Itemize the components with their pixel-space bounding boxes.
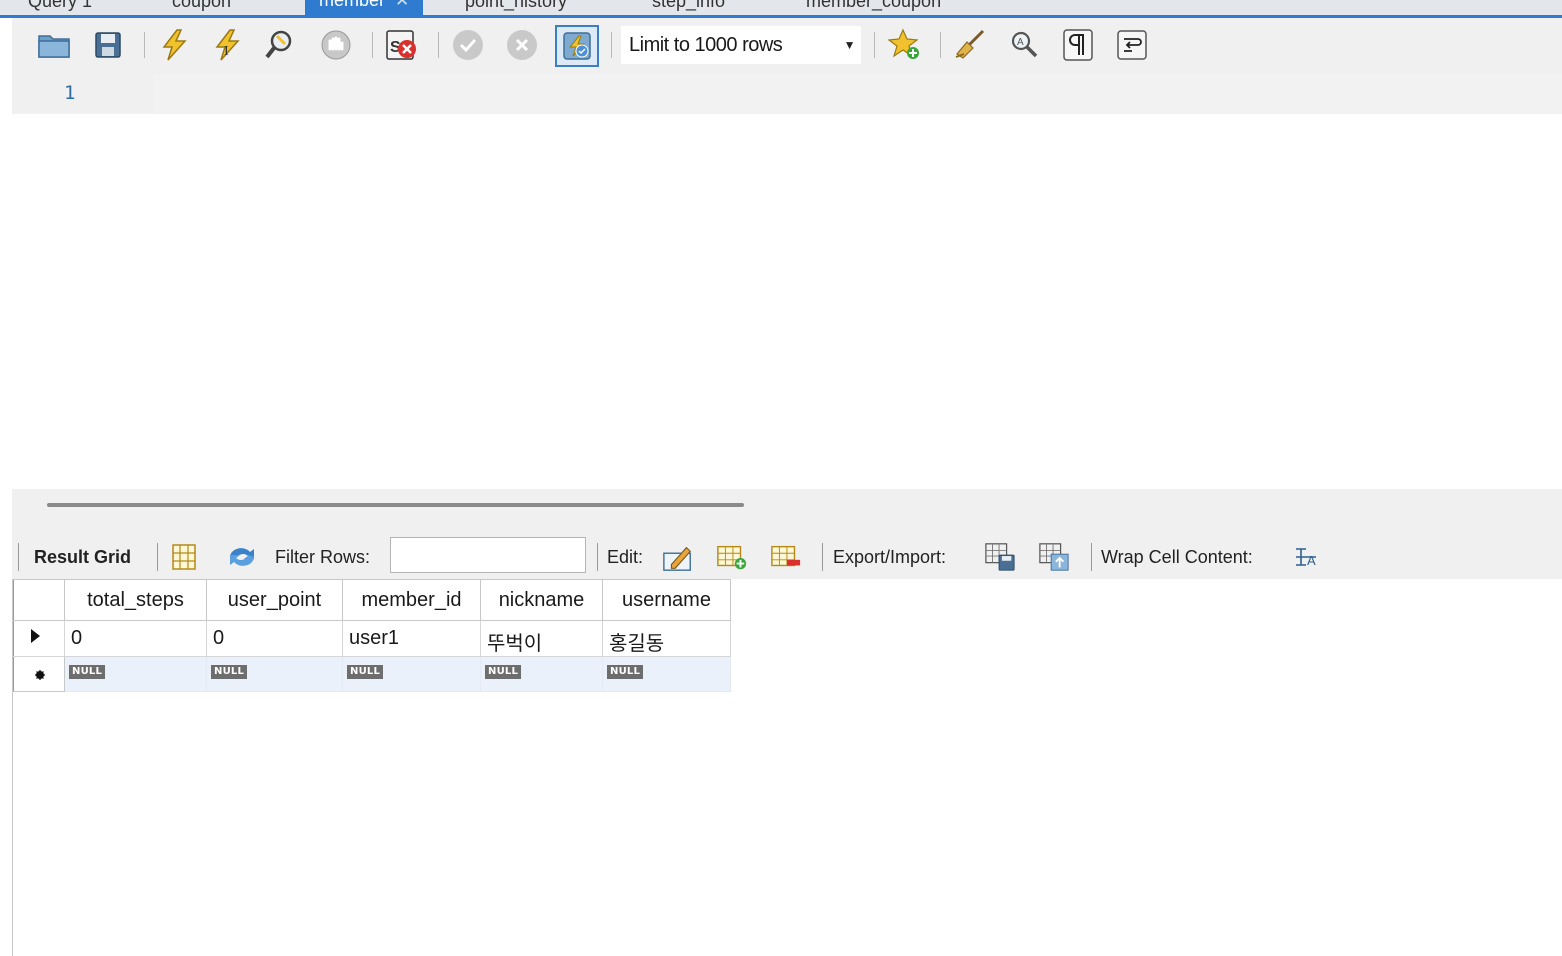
null-badge: NULL [485,665,522,679]
grid-corner-cell[interactable] [13,579,65,621]
svg-text:A: A [1307,553,1316,568]
tab-label: point_history [465,0,568,11]
tab-label: member_coupon [806,0,942,11]
grid-header-row: total_steps user_point member_id nicknam… [13,579,731,621]
toolbar-separator [1091,543,1092,571]
limit-rows-select[interactable]: Limit to 1000 rows ▼ [621,26,861,64]
toolbar-separator [372,32,373,58]
line-number: 1 [64,82,76,104]
toolbar-separator [940,32,941,58]
toolbar-separator [438,32,439,58]
autocommit-icon[interactable] [555,25,599,67]
column-header-member-id[interactable]: member_id [342,579,481,621]
close-icon[interactable]: ✕ [395,0,409,10]
delete-row-icon[interactable] [770,541,802,573]
tab-label: coupon [172,0,232,11]
filter-rows-label: Filter Rows: [275,547,371,567]
result-grid-tab[interactable]: Result Grid [34,547,131,568]
null-badge: NULL [211,665,248,679]
wrap-cell-toggle-icon[interactable]: A [1290,541,1322,573]
export-import-label: Export/Import: [833,547,947,567]
sql-editor[interactable] [12,114,1562,489]
tab-member-coupon[interactable]: member_coupon [806,0,941,16]
svg-text:A: A [1017,37,1024,48]
tab-step-info[interactable]: step_info [652,0,725,16]
import-icon[interactable] [1038,541,1070,573]
column-header-total-steps[interactable]: total_steps [64,579,207,621]
find-icon[interactable]: A [1006,27,1042,63]
tab-label: step_info [652,0,726,11]
refresh-icon[interactable] [226,541,258,573]
rollback-icon[interactable] [504,27,540,63]
sql-toolbar: I S Limit to 1000 rows ▼ A [12,18,1562,74]
column-header-user-point[interactable]: user_point [206,579,343,621]
null-badge: NULL [69,665,106,679]
toolbar-separator [144,32,145,58]
grid-cell[interactable]: 홍길동 [602,620,731,657]
svg-text:I: I [224,44,229,59]
limit-rows-value: Limit to 1000 rows [629,34,783,56]
column-header-nickname[interactable]: nickname [480,579,603,621]
open-folder-icon[interactable] [36,27,72,63]
word-wrap-icon[interactable] [1114,27,1150,63]
beautify-icon[interactable] [952,27,988,63]
execute-current-icon[interactable]: I [210,27,246,63]
invisible-chars-icon[interactable] [1060,27,1096,63]
table-row[interactable]: 0 0 user1 뚜벅이 홍길동 [13,620,731,657]
stop-icon[interactable] [318,27,354,63]
grid-cell[interactable]: user1 [342,620,481,657]
stop-on-error-icon[interactable]: S [384,27,420,63]
execute-icon[interactable] [156,27,192,63]
new-row[interactable]: NULL NULL NULL NULL NULL [13,656,731,692]
editor-current-line[interactable] [153,74,1562,114]
add-row-icon[interactable] [716,541,748,573]
result-toolbar: Result Grid Filter Rows: Edit: Export/Im… [12,533,1562,579]
grid-layout-icon[interactable] [168,541,200,573]
new-row-selector[interactable] [13,656,65,692]
result-grid: total_steps user_point member_id nicknam… [13,579,731,692]
tab-label: Query 1 [28,0,93,11]
grid-cell-null[interactable]: NULL [480,656,603,692]
tab-query-1[interactable]: Query 1 [28,0,92,16]
edit-row-icon[interactable] [662,541,694,573]
tab-point-history[interactable]: point_history [465,0,567,16]
scrollbar-thumb[interactable] [47,503,744,507]
current-row-arrow-icon [31,628,40,643]
left-margin [0,18,12,956]
add-snippet-icon[interactable] [887,27,923,63]
column-header-username[interactable]: username [602,579,731,621]
toolbar-separator [611,32,612,58]
grid-cell[interactable]: 0 [206,620,343,657]
edit-label: Edit: [607,547,644,567]
toolbar-separator [157,543,158,571]
save-icon[interactable] [90,27,126,63]
editor-horizontal-scrollbar[interactable] [12,489,1562,533]
toolbar-separator [18,543,19,571]
null-badge: NULL [347,665,384,679]
tab-member[interactable]: member ✕ [305,0,424,15]
explain-icon[interactable] [264,27,300,63]
chevron-down-icon[interactable]: ▼ [844,26,856,64]
grid-cell[interactable]: 0 [64,620,207,657]
grid-cell-null[interactable]: NULL [602,656,731,692]
toolbar-separator [874,32,875,58]
tab-coupon[interactable]: coupon [172,0,231,16]
tab-label: member [319,0,386,10]
grid-cell-null[interactable]: NULL [64,656,207,692]
export-icon[interactable] [984,541,1016,573]
grid-cell[interactable]: 뚜벅이 [480,620,603,657]
editor-gutter: 1 [12,74,153,114]
commit-icon[interactable] [450,27,486,63]
new-row-asterisk-icon [35,670,45,680]
wrap-cell-label: Wrap Cell Content: [1101,547,1253,567]
editor-tab-strip: Query 1 coupon member ✕ point_history ste… [0,0,1562,18]
null-badge: NULL [607,665,644,679]
row-selector[interactable] [13,620,65,657]
filter-rows-input[interactable] [390,537,586,573]
grid-cell-null[interactable]: NULL [342,656,481,692]
toolbar-separator [597,543,598,571]
grid-cell-null[interactable]: NULL [206,656,343,692]
toolbar-separator [822,543,823,571]
